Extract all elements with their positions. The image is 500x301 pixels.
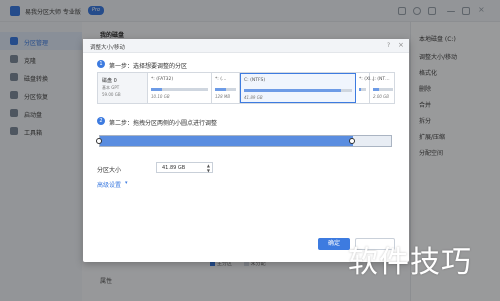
partition-usage-fill [244,89,342,92]
disk-info: 磁盘 0 基本 GPT 59.00 GB [98,73,148,103]
resize-handle-left[interactable] [96,138,102,144]
partition-name: *: (FAT32) [151,77,174,82]
spin-down-icon[interactable]: ▼ [207,168,210,173]
partition-block[interactable]: J: (NT… 2.00 GB [370,73,396,103]
step1-text: 第一步：选择想要调整的分区 [109,63,188,70]
disk-size: 59.00 GB [102,92,121,97]
partition-block-selected[interactable]: C: (NTFS) 41.89 GB [240,73,356,103]
close-icon[interactable]: × [398,41,404,49]
resize-handle-right[interactable] [349,138,356,144]
partition-size-value: 41.89 GB [162,165,186,171]
partition-usage-bar [151,88,208,91]
partition-size-stepper[interactable]: 41.89 GB ▲ ▼ [156,162,213,173]
disk-map: 磁盘 0 基本 GPT 59.00 GB *: (FAT32) 10.10 GB… [97,72,395,104]
partition-usage-bar [373,88,393,91]
partition-size: 2.00 GB [373,94,390,99]
partition-usage-bar [244,89,352,92]
step1-badge: 1 [97,60,105,68]
resize-fill [100,136,354,146]
help-icon[interactable]: ? [387,42,390,49]
step2-text: 第二步：拖拽分区两侧的小圆点进行调整 [109,120,218,127]
dialog-header: 调整大小/移动 ? × [83,39,409,53]
disk-name: 磁盘 0 [102,78,117,84]
partition-usage-fill [373,88,379,91]
partition-usage-bar [359,88,366,91]
partition-name: C: (NTFS) [244,78,266,83]
disk-type: 基本 GPT [102,85,120,90]
partition-size: 10.10 GB [151,94,170,99]
dialog-title: 调整大小/移动 [90,45,125,51]
partition-name: J: (NT… [373,77,390,82]
chevron-down-icon[interactable]: ▾ [125,180,128,186]
partition-size-label: 分区大小 [97,167,122,174]
partition-name: *: (… [215,77,227,82]
partition-block[interactable]: *: (… 128 MB [212,73,240,103]
step2-badge: 2 [97,117,105,125]
partition-block[interactable]: *: (FAT32) 10.10 GB [148,73,212,103]
partition-block[interactable]: *: (Ⅺ… [356,73,375,103]
resize-move-dialog: 调整大小/移动 ? × 1 第一步：选择想要调整的分区 磁盘 0 基本 GPT … [83,39,409,262]
ok-button[interactable]: 确定 [318,238,350,250]
resize-track[interactable] [96,135,392,147]
advanced-settings-link[interactable]: 高级设置 [97,180,121,189]
partition-usage-bar [215,88,236,91]
partition-usage-fill [359,88,362,91]
partition-size: 41.89 GB [244,95,263,100]
partition-usage-fill [151,88,163,91]
partition-size: 128 MB [215,94,231,99]
watermark-text: 软件技巧 [348,245,472,280]
partition-usage-fill [215,88,226,91]
